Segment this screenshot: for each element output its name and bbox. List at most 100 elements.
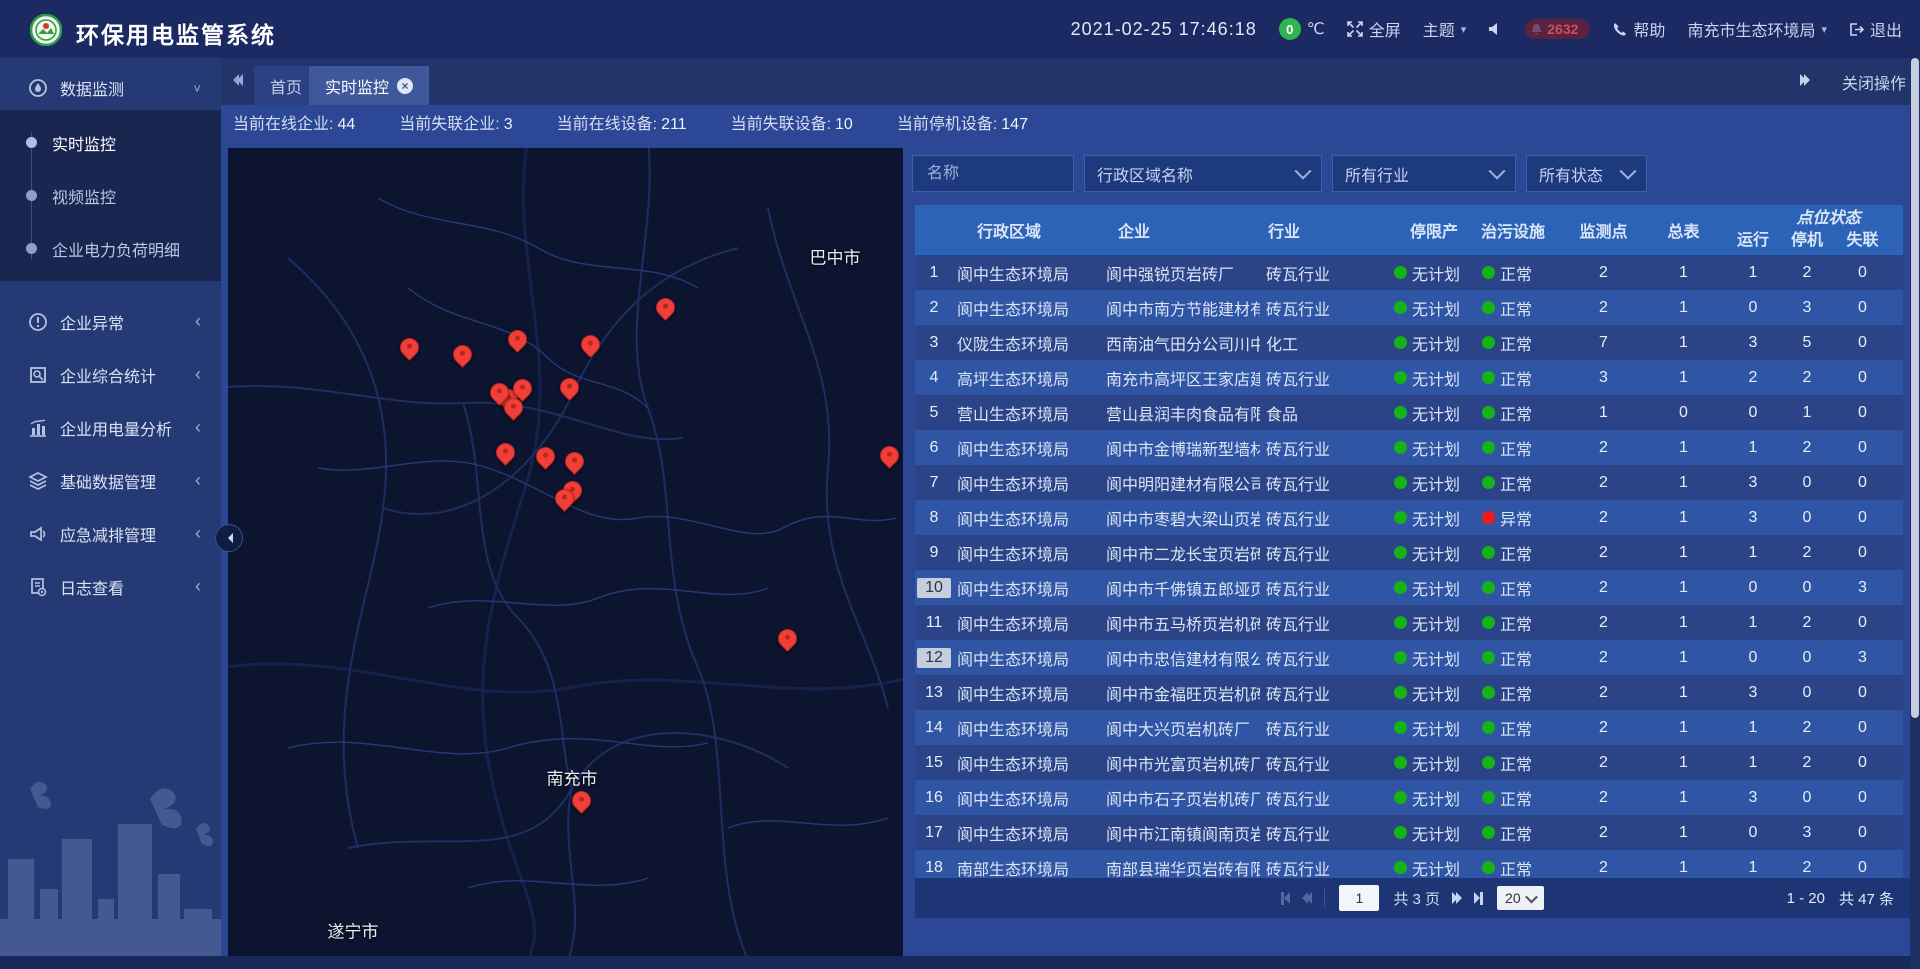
cell-industry: 砖瓦行业 bbox=[1260, 605, 1390, 640]
name-search-input[interactable] bbox=[925, 164, 1061, 184]
table-row[interactable]: 4高坪生态环境局南充市高坪区王家店建砖瓦行业无计划正常31220 bbox=[915, 360, 1903, 395]
table-row[interactable]: 6阆中生态环境局阆中市金博瑞新型墙材砖瓦行业无计划正常21120 bbox=[915, 430, 1903, 465]
chevron-left-icon bbox=[228, 533, 233, 543]
chart-icon bbox=[28, 418, 48, 438]
sidebar-item-7[interactable]: 日志查看‹ bbox=[0, 560, 221, 613]
sidebar-item-2[interactable]: 企业异常‹ bbox=[0, 295, 221, 348]
stat-value: 211 bbox=[661, 116, 687, 133]
sidebar-item-5[interactable]: 基础数据管理‹ bbox=[0, 454, 221, 507]
status-summary-bar: 当前在线企业:44当前失联企业:3当前在线设备:211当前失联设备:10当前停机… bbox=[233, 110, 1028, 134]
cell-stop: 2 bbox=[1780, 745, 1834, 780]
cell-industry: 砖瓦行业 bbox=[1260, 675, 1390, 710]
name-search-input-box[interactable] bbox=[912, 155, 1074, 192]
row-index: 5 bbox=[915, 395, 953, 430]
plan-text: 无计划 bbox=[1412, 541, 1460, 565]
sidebar-subitem-企业电力负荷明细[interactable]: 企业电力负荷明细 bbox=[0, 222, 221, 275]
sound-toggle[interactable] bbox=[1488, 22, 1503, 36]
table-row[interactable]: 11阆中生态环境局阆中市五马桥页岩机砖砖瓦行业无计划正常21120 bbox=[915, 605, 1903, 640]
sidebar-item-4[interactable]: 企业用电量分析‹ bbox=[0, 401, 221, 454]
cell-stop: 0 bbox=[1780, 570, 1834, 605]
cell-lost: 0 bbox=[1834, 255, 1891, 290]
sidebar-subitem-实时监控[interactable]: 实时监控 bbox=[0, 116, 221, 169]
table-row[interactable]: 2阆中生态环境局阆中市南方节能建材有砖瓦行业无计划正常21030 bbox=[915, 290, 1903, 325]
status-dot-green-icon bbox=[1482, 441, 1495, 454]
map-collapse-button[interactable] bbox=[215, 524, 243, 552]
status-select[interactable]: 所有状态 bbox=[1526, 155, 1647, 192]
bullet-dot-icon bbox=[26, 190, 37, 201]
facility-text: 正常 bbox=[1500, 401, 1532, 425]
cell-region: 阆中生态环境局 bbox=[953, 290, 1098, 325]
cell-plan: 无计划 bbox=[1390, 255, 1478, 290]
status-dot-green-icon bbox=[1394, 441, 1407, 454]
plan-text: 无计划 bbox=[1412, 401, 1460, 425]
next-page-button[interactable] bbox=[1454, 892, 1462, 904]
cell-region: 阆中生态环境局 bbox=[953, 710, 1098, 745]
table-row[interactable]: 8阆中生态环境局阆中市枣碧大梁山页岩砖瓦行业无计划异常21300 bbox=[915, 500, 1903, 535]
close-operations-button[interactable]: 关闭操作 bbox=[1842, 70, 1906, 94]
tabs-scroll-left-icon[interactable] bbox=[233, 74, 241, 86]
stat-value: 147 bbox=[1001, 116, 1028, 133]
status-dot-green-icon bbox=[1482, 791, 1495, 804]
facility-text: 正常 bbox=[1500, 821, 1532, 845]
plan-text: 无计划 bbox=[1412, 821, 1460, 845]
close-tab-icon[interactable]: × bbox=[397, 78, 413, 94]
status-dot-green-icon bbox=[1394, 266, 1407, 279]
page-number-input[interactable] bbox=[1339, 885, 1379, 911]
row-index-selected: 12 bbox=[917, 648, 951, 668]
sidebar-item-6[interactable]: 应急减排管理‹ bbox=[0, 507, 221, 560]
logout-button[interactable]: 退出 bbox=[1849, 17, 1902, 41]
cell-facility: 正常 bbox=[1478, 815, 1566, 850]
table-row[interactable]: 14阆中生态环境局阆中大兴页岩机砖厂砖瓦行业无计划正常21120 bbox=[915, 710, 1903, 745]
table-row[interactable]: 17阆中生态环境局阆中市江南镇阆南页岩砖瓦行业无计划正常21030 bbox=[915, 815, 1903, 850]
sidebar-item-3[interactable]: 企业综合统计‹ bbox=[0, 348, 221, 401]
theme-dropdown[interactable]: 主题 ▾ bbox=[1423, 17, 1467, 41]
status-dot-green-icon bbox=[1482, 406, 1495, 419]
status-dot-green-icon bbox=[1482, 546, 1495, 559]
last-page-button[interactable] bbox=[1476, 892, 1483, 905]
help-button[interactable]: 帮助 bbox=[1612, 17, 1665, 41]
temperature-unit: ℃ bbox=[1307, 19, 1325, 39]
notification-badge[interactable]: 2632 bbox=[1525, 19, 1590, 39]
region-select[interactable]: 行政区域名称 bbox=[1084, 155, 1322, 192]
table-row[interactable]: 12阆中生态环境局阆中市忠信建材有限公砖瓦行业无计划正常21003 bbox=[915, 640, 1903, 675]
table-row[interactable]: 9阆中生态环境局阆中市二龙长宝页岩砖砖瓦行业无计划正常21120 bbox=[915, 535, 1903, 570]
table-row[interactable]: 1阆中生态环境局阆中强锐页岩砖厂砖瓦行业无计划正常21120 bbox=[915, 255, 1903, 290]
cell-company: 阆中市忠信建材有限公 bbox=[1098, 640, 1260, 675]
table-row[interactable]: 15阆中生态环境局阆中市光富页岩机砖厂砖瓦行业无计划正常21120 bbox=[915, 745, 1903, 780]
industry-select[interactable]: 所有行业 bbox=[1332, 155, 1516, 192]
pagination-bar: 共 3 页 20 1 - 20 共 47 条 bbox=[915, 878, 1910, 918]
sidebar-item-1[interactable]: 数据监测˅ bbox=[0, 66, 221, 110]
table-row[interactable]: 13阆中生态环境局阆中市金福旺页岩机砖砖瓦行业无计划正常21300 bbox=[915, 675, 1903, 710]
status-stat: 当前失联设备:10 bbox=[731, 110, 853, 134]
cell-plan: 无计划 bbox=[1390, 675, 1478, 710]
cell-industry: 砖瓦行业 bbox=[1260, 640, 1390, 675]
page-scrollbar[interactable] bbox=[1910, 58, 1920, 969]
first-page-button[interactable] bbox=[1281, 892, 1288, 905]
cell-stop: 2 bbox=[1780, 605, 1834, 640]
page-size-select[interactable]: 20 bbox=[1497, 886, 1544, 910]
tab-realtime-monitoring[interactable]: 实时监控 × bbox=[309, 66, 429, 105]
status-dot-green-icon bbox=[1394, 651, 1407, 664]
prev-page-button[interactable] bbox=[1302, 892, 1310, 904]
table-row[interactable]: 5营山生态环境局营山县润丰肉食品有限食品无计划正常10010 bbox=[915, 395, 1903, 430]
organization-dropdown[interactable]: 南充市生态环境局 ▾ bbox=[1687, 17, 1827, 41]
col-point-status-group: 点位状态 运行 停机 失联 bbox=[1726, 205, 1891, 255]
cell-run: 1 bbox=[1726, 710, 1780, 745]
tabs-scroll-right-icon[interactable] bbox=[1802, 74, 1810, 86]
fullscreen-button[interactable]: 全屏 bbox=[1347, 17, 1401, 41]
cell-stop: 3 bbox=[1780, 290, 1834, 325]
row-index: 15 bbox=[915, 745, 953, 780]
phone-icon bbox=[1612, 22, 1627, 37]
table-row[interactable]: 7阆中生态环境局阆中明阳建材有限公司砖瓦行业无计划正常21300 bbox=[915, 465, 1903, 500]
sidebar-subitem-label: 实时监控 bbox=[52, 131, 116, 155]
cell-run: 3 bbox=[1726, 465, 1780, 500]
table-row[interactable]: 16阆中生态环境局阆中市石子页岩机砖厂砖瓦行业无计划正常21300 bbox=[915, 780, 1903, 815]
table-row[interactable]: 10阆中生态环境局阆中市千佛镇五郎垭页岩砖瓦行业无计划正常21003 bbox=[915, 570, 1903, 605]
plan-text: 无计划 bbox=[1412, 331, 1460, 355]
footer-strip bbox=[0, 956, 1920, 969]
facility-text: 正常 bbox=[1500, 436, 1532, 460]
map-panel[interactable]: 巴中市南充市遂宁市 bbox=[228, 148, 903, 958]
table-row[interactable]: 3仪陇生态环境局西南油气田分公司川中化工无计划正常71350 bbox=[915, 325, 1903, 360]
sidebar-subitem-视频监控[interactable]: 视频监控 bbox=[0, 169, 221, 222]
cell-stop: 0 bbox=[1780, 640, 1834, 675]
